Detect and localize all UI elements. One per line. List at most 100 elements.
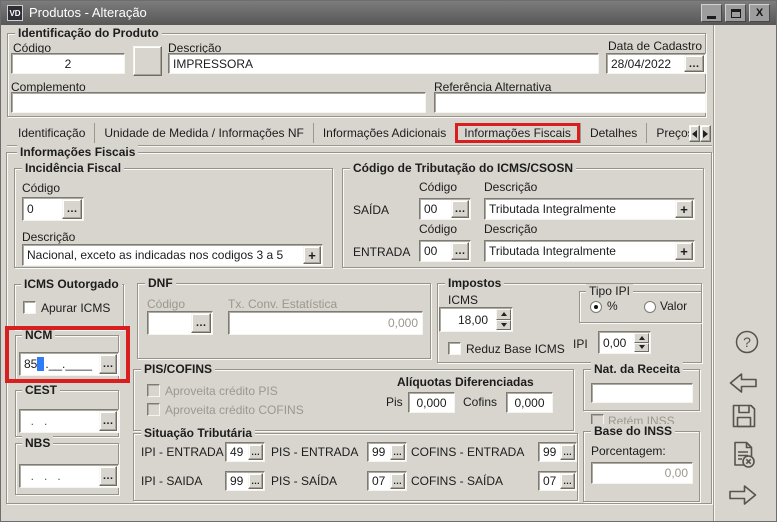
tab-unidade-medida[interactable]: Unidade de Medida / Informações NF xyxy=(94,123,312,143)
combo-drop-button[interactable]: + xyxy=(675,200,693,218)
incidencia-codigo-label: Código xyxy=(22,181,60,195)
tab-precos[interactable]: Preços xyxy=(646,123,689,143)
nat-receita-input[interactable] xyxy=(591,383,693,403)
entrada-codigo-lookup-button[interactable]: … xyxy=(451,242,469,260)
entrada-label: ENTRADA xyxy=(353,245,410,259)
aproveita-credito-cofins-checkbox[interactable] xyxy=(147,403,160,416)
group-title: PIS/COFINS xyxy=(141,362,215,376)
ipi-spinner[interactable] xyxy=(634,333,649,352)
pis-saida-input[interactable]: 07 … xyxy=(367,471,407,491)
nbs-input[interactable]: . . . … xyxy=(19,464,119,488)
tab-informacoes-adicionais[interactable]: Informações Adicionais xyxy=(313,123,455,143)
cofins-aliquota-input[interactable]: 0,000 xyxy=(506,392,553,413)
minimize-button[interactable] xyxy=(701,4,722,22)
plus-icon: + xyxy=(308,248,316,263)
codigo-input[interactable]: 2 xyxy=(11,53,125,74)
aproveita-credito-pis-checkbox[interactable] xyxy=(147,384,160,397)
maximize-button[interactable] xyxy=(725,4,746,22)
saida-codigo-input[interactable]: 00 … xyxy=(419,198,471,220)
plus-icon: + xyxy=(680,244,688,259)
minimize-icon xyxy=(707,16,716,19)
spin-down-button[interactable] xyxy=(634,343,649,353)
down-triangle-icon xyxy=(639,345,645,349)
group-title: Nat. da Receita xyxy=(591,362,683,376)
incidencia-codigo-lookup-button[interactable]: … xyxy=(62,199,82,219)
tab-detalhes[interactable]: Detalhes xyxy=(580,123,646,143)
cofins-saida-lookup-button[interactable]: … xyxy=(560,473,575,489)
pis-aliquota-input[interactable]: 0,000 xyxy=(408,392,455,413)
cofins-entrada-input[interactable]: 99 … xyxy=(538,442,577,462)
ipi-entrada-input[interactable]: 49 … xyxy=(225,442,265,462)
group-title: Impostos xyxy=(445,276,504,290)
aproveita-credito-pis-label: Aproveita crédito PIS xyxy=(165,384,278,398)
incidencia-descricao-combo[interactable]: Nacional, exceto as indicadas nos codigo… xyxy=(22,244,323,266)
reduz-base-icms-checkbox[interactable] xyxy=(448,342,461,355)
combo-drop-button[interactable]: + xyxy=(303,246,321,264)
right-triangle-icon xyxy=(703,130,708,138)
incidencia-codigo-input[interactable]: 0 … xyxy=(22,197,84,221)
cofins-saida-input[interactable]: 07 … xyxy=(538,471,577,491)
porcentagem-input[interactable]: 0,00 xyxy=(591,462,693,484)
nbs-lookup-button[interactable]: … xyxy=(99,466,117,486)
spin-up-button[interactable] xyxy=(634,333,649,343)
aliquotas-diferenciadas-title: Alíquotas Diferenciadas xyxy=(397,375,534,389)
cofins-entrada-label: COFINS - ENTRADA xyxy=(411,445,524,459)
ipi-saida-lookup-button[interactable]: … xyxy=(248,473,263,489)
back-arrow-icon[interactable] xyxy=(728,370,758,396)
dnf-codigo-lookup-button[interactable]: … xyxy=(191,313,211,333)
dnf-tx-input[interactable]: 0,000 xyxy=(228,311,423,335)
tab-informacoes-fiscais[interactable]: Informações Fiscais xyxy=(455,123,580,143)
close-button[interactable]: X xyxy=(749,4,770,22)
porcentagem-label: Porcentagem: xyxy=(591,444,666,458)
dnf-codigo-input[interactable]: … xyxy=(147,311,213,335)
saida-descricao-combo[interactable]: Tributada Integralmente + xyxy=(484,198,695,220)
entrada-codigo-input[interactable]: 00 … xyxy=(419,240,471,262)
referencia-input[interactable] xyxy=(434,92,706,113)
cofins-entrada-lookup-button[interactable]: … xyxy=(560,444,575,460)
pis-entrada-input[interactable]: 99 … xyxy=(367,442,407,462)
pis-saida-lookup-button[interactable]: … xyxy=(390,473,405,489)
ellipsis-icon: … xyxy=(563,447,572,457)
tab-scroll-right-button[interactable] xyxy=(700,125,711,142)
ellipsis-icon: … xyxy=(251,447,260,457)
cofins-saida-label: COFINS - SAÍDA xyxy=(411,474,503,488)
tab-scroll-left-button[interactable] xyxy=(689,125,700,142)
group-situacao-tributaria xyxy=(133,433,578,501)
apurar-icms-checkbox[interactable] xyxy=(23,301,36,314)
help-icon[interactable]: ? xyxy=(734,329,760,355)
saida-codigo-lookup-button[interactable]: … xyxy=(451,200,469,218)
combo-drop-button[interactable]: + xyxy=(675,242,693,260)
tab-identificacao[interactable]: Identificação xyxy=(9,123,94,143)
spin-down-button[interactable] xyxy=(496,320,511,331)
delete-record-icon[interactable] xyxy=(728,440,758,470)
cest-input[interactable]: . . … xyxy=(19,409,119,433)
pis-saida-label: PIS - SAÍDA xyxy=(271,474,337,488)
data-cadastro-lookup-button[interactable]: … xyxy=(684,55,704,72)
cofins-label: Cofins xyxy=(463,395,497,409)
descricao-input[interactable]: IMPRESSORA xyxy=(168,53,599,74)
product-image-button[interactable] xyxy=(133,46,162,76)
titlebar[interactable]: VD Produtos - Alteração X xyxy=(1,1,777,25)
tipo-ipi-valor-radio[interactable] xyxy=(644,301,656,313)
save-icon[interactable] xyxy=(730,402,758,430)
saida-codigo-label: Código xyxy=(419,180,457,194)
forward-arrow-icon[interactable] xyxy=(728,482,758,508)
entrada-descricao-label: Descrição xyxy=(484,222,537,236)
ipi-spin-input[interactable]: 0,00 xyxy=(598,331,651,354)
group-title: Código de Tributação do ICMS/CSOSN xyxy=(350,161,576,175)
icms-spin-input[interactable]: 18,00 xyxy=(439,307,513,332)
products-edit-window: VD Produtos - Alteração X Identificação … xyxy=(0,0,777,522)
ipi-saida-input[interactable]: 99 … xyxy=(225,471,265,491)
icms-spinner[interactable] xyxy=(496,309,511,330)
maximize-icon xyxy=(731,9,741,18)
tipo-ipi-percent-radio[interactable] xyxy=(590,301,602,313)
spin-up-button[interactable] xyxy=(496,309,511,320)
pis-entrada-lookup-button[interactable]: … xyxy=(390,444,405,460)
ellipsis-icon: … xyxy=(393,447,402,457)
cest-lookup-button[interactable]: … xyxy=(99,411,117,431)
data-cadastro-input[interactable]: 28/04/2022 … xyxy=(606,53,706,74)
ipi-entrada-lookup-button[interactable]: … xyxy=(248,444,263,460)
entrada-descricao-combo[interactable]: Tributada Integralmente + xyxy=(484,240,695,262)
complemento-input[interactable] xyxy=(11,92,426,113)
incidencia-descricao-label: Descrição xyxy=(22,230,75,244)
